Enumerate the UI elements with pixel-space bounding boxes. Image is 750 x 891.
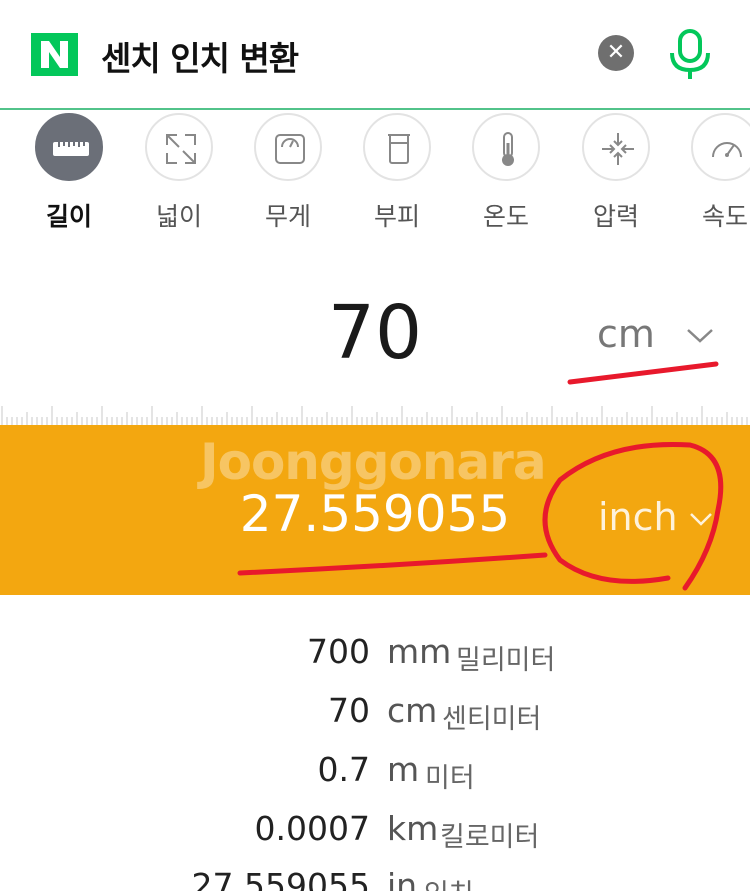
conversion-unit: in: [387, 866, 418, 891]
conversion-unit-name: 인치: [424, 872, 474, 891]
list-item: 70 cm 센티미터: [0, 691, 750, 741]
thermometer-icon: [502, 132, 514, 166]
conversion-value: 27.559055: [191, 866, 370, 891]
speedometer-icon: [712, 142, 742, 158]
conversion-unit: mm: [387, 632, 452, 671]
tab-temperature[interactable]: 온도: [472, 113, 582, 233]
tab-length[interactable]: 길이: [35, 113, 145, 233]
list-item: 27.559055 in 인치: [0, 866, 750, 891]
conversion-unit: km: [387, 809, 439, 848]
compress-arrows-icon: [602, 133, 634, 165]
search-header: 센치 인치 변환 ✕: [0, 0, 750, 110]
input-value[interactable]: 70: [280, 290, 470, 376]
result-unit-label: inch: [598, 495, 678, 539]
tab-volume[interactable]: 부피: [363, 113, 473, 233]
conversion-unit: cm: [387, 691, 438, 730]
conversion-unit-name: 센티미터: [442, 704, 542, 735]
search-query[interactable]: 센치 인치 변환: [101, 32, 299, 80]
ruler-scale[interactable]: [0, 398, 750, 426]
conversion-value: 700: [307, 632, 370, 671]
naver-logo[interactable]: [31, 33, 78, 76]
tab-label: 무게: [264, 202, 311, 231]
list-item: 700 mm 밀리미터: [0, 632, 750, 682]
input-unit-select[interactable]: cm: [597, 312, 722, 362]
unit-category-tabs: 길이 넓이 무게 부피 온도 압력 속도: [0, 110, 750, 240]
result-value[interactable]: 27.559055: [230, 485, 520, 543]
tab-label: 온도: [482, 202, 529, 231]
conversion-unit: m: [387, 750, 420, 789]
result-unit-select[interactable]: inch: [598, 495, 723, 545]
tab-pressure[interactable]: 압력: [582, 113, 692, 233]
input-unit-label: cm: [597, 312, 655, 356]
conversion-value: 70: [328, 691, 370, 730]
conversion-unit-name: 킬로미터: [440, 822, 540, 853]
list-item: 0.7 m 미터: [0, 750, 750, 800]
watermark: Joonggonara: [200, 433, 547, 491]
microphone-icon[interactable]: [664, 27, 716, 81]
scale-icon: [275, 134, 305, 164]
tab-area[interactable]: 넓이: [145, 113, 255, 233]
conversion-unit-name: 미터: [425, 763, 475, 794]
conversion-unit-name: 밀리미터: [456, 645, 556, 676]
chevron-down-icon: [687, 329, 713, 343]
tab-label: 속도: [701, 202, 748, 231]
beaker-icon: [388, 134, 410, 164]
tab-weight[interactable]: 무게: [254, 113, 364, 233]
close-icon: ✕: [606, 40, 626, 65]
result-band: Joonggonara 27.559055 inch: [0, 425, 750, 595]
tab-label: 길이: [45, 202, 92, 231]
ruler-icon: [53, 142, 89, 156]
chevron-down-icon: [690, 513, 712, 526]
tab-speed[interactable]: 속도: [691, 113, 750, 233]
expand-arrows-icon: [166, 134, 196, 164]
conversion-value: 0.0007: [254, 809, 370, 848]
conversion-value: 0.7: [317, 750, 370, 789]
tab-label: 넓이: [155, 202, 202, 231]
tab-label: 압력: [592, 202, 639, 231]
clear-search-button[interactable]: ✕: [598, 35, 634, 71]
list-item: 0.0007 km 킬로미터: [0, 809, 750, 859]
tab-label: 부피: [373, 202, 420, 231]
